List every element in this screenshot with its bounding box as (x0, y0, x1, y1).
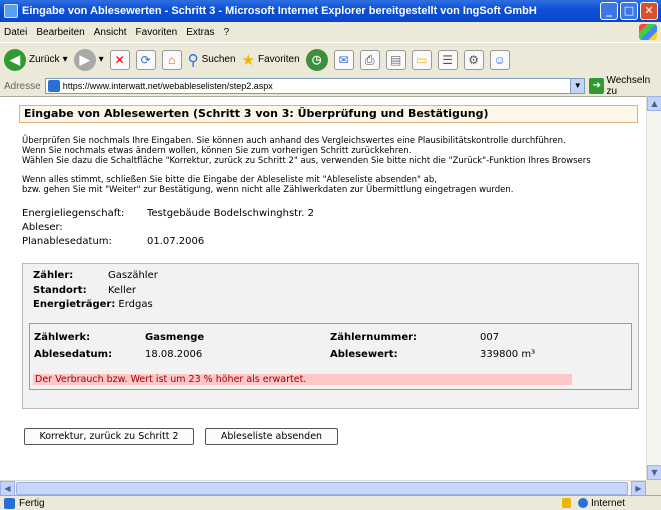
favorites-label: Favoriten (258, 54, 300, 65)
vertical-scrollbar[interactable]: ▲ ▼ (646, 96, 661, 480)
menu-datei[interactable]: Datei (4, 27, 27, 38)
carrier-label: Energieträger: (33, 299, 116, 310)
status-text: Fertig (19, 497, 45, 509)
meter-value: Gaszähler (108, 270, 158, 281)
forward-arrow-icon: ▶ (73, 48, 96, 71)
menu-help[interactable]: ? (224, 27, 230, 38)
history-icon[interactable]: ◷ (305, 48, 328, 71)
back-arrow-icon: ◀ (4, 48, 26, 71)
instruction-line-2: Wenn Sie nochmals etwas ändern wollen, k… (22, 146, 412, 156)
meter-number-label: Zählernummer: (330, 332, 418, 343)
meter-number-value: 007 (480, 332, 500, 343)
plan-date-value: 01.07.2006 (147, 236, 205, 247)
page-status-icon (4, 497, 15, 509)
favorites-button[interactable]: ★ Favoriten (242, 51, 300, 69)
correction-button[interactable]: Korrektur, zurück zu Schritt 2 (24, 428, 194, 445)
address-dropdown-icon[interactable]: ▼ (570, 79, 585, 93)
plan-date-label: Planablesedatum: (22, 236, 112, 247)
mail-icon[interactable]: ✉ (333, 49, 354, 70)
star-icon: ★ (241, 51, 255, 69)
menu-ansicht[interactable]: Ansicht (94, 27, 127, 38)
ie-icon (4, 4, 18, 18)
location-value: Keller (108, 285, 137, 296)
consumption-warning: Der Verbrauch bzw. Wert ist um 23 % höhe… (33, 374, 572, 385)
go-button[interactable]: ➔ Wechseln zu (589, 75, 661, 97)
submit-list-button[interactable]: Ableseliste absenden (205, 428, 338, 445)
property-row: Energieliegenschaft: Testgebäude Bodelsc… (22, 208, 314, 219)
meter-row: Zähler: Gaszähler (33, 270, 158, 281)
tools-icon[interactable]: ⚙ (463, 49, 484, 70)
minimize-button[interactable]: _ (600, 2, 618, 20)
search-label: Suchen (201, 54, 236, 65)
window-titlebar: Eingabe von Ablesewerten - Schritt 3 - M… (0, 0, 661, 22)
property-label: Energieliegenschaft: (22, 208, 125, 219)
maximize-button[interactable]: □ (620, 2, 638, 20)
search-button[interactable]: ⚲ Suchen (188, 51, 236, 69)
location-row: Standort: Keller (33, 285, 136, 296)
search-icon: ⚲ (187, 51, 199, 69)
forward-dropdown-icon[interactable]: ▾ (99, 54, 104, 65)
windows-logo-icon (639, 24, 657, 40)
close-button[interactable]: ✕ (640, 2, 658, 20)
register-value: Gasmenge (145, 332, 205, 343)
menu-bar: Datei Bearbeiten Ansicht Favoriten Extra… (0, 22, 661, 42)
security-zone: Internet (578, 498, 625, 509)
page-icon (47, 80, 60, 92)
meter-label: Zähler: (33, 270, 74, 281)
back-dropdown-icon[interactable]: ▾ (63, 54, 68, 65)
reading-date-value: 18.08.2006 (145, 349, 203, 360)
scroll-down-icon[interactable]: ▼ (647, 465, 661, 480)
refresh-icon[interactable]: ⟳ (135, 49, 156, 70)
register-label: Zählwerk: (34, 332, 91, 343)
folder-icon[interactable]: ▭ (411, 49, 432, 70)
location-label: Standort: (33, 285, 87, 296)
instruction-line-3: Wählen Sie dazu die Schaltfläche "Korrek… (22, 156, 591, 166)
plan-date-row: Planablesedatum: 01.07.2006 (22, 236, 204, 247)
go-arrow-icon: ➔ (589, 78, 605, 94)
scroll-up-icon[interactable]: ▲ (647, 96, 661, 111)
horizontal-scrollbar[interactable]: ◀ ▶ (0, 480, 646, 496)
instruction-line-5: bzw. gehen Sie mit "Weiter" zur Bestätig… (22, 185, 514, 195)
messenger-icon[interactable]: ☺ (489, 49, 510, 70)
back-label: Zurück (29, 54, 60, 65)
horizontal-scroll-thumb[interactable] (16, 482, 628, 495)
address-bar: Adresse https://www.interwatt.net/webabl… (0, 75, 661, 97)
menu-favoriten[interactable]: Favoriten (136, 27, 178, 38)
property-value: Testgebäude Bodelschwinghstr. 2 (147, 208, 315, 219)
menu-extras[interactable]: Extras (186, 27, 214, 38)
home-icon[interactable]: ⌂ (161, 49, 182, 70)
research-icon[interactable]: ☰ (437, 49, 458, 70)
lock-icon (562, 498, 571, 508)
edit-icon[interactable]: ▤ (385, 49, 406, 70)
reading-value: 339800 m³ (480, 349, 536, 360)
scroll-corner (646, 480, 661, 495)
reader-row: Ableser: (22, 222, 147, 233)
carrier-row: Energieträger: Erdgas (33, 299, 153, 310)
address-input[interactable]: https://www.interwatt.net/webableseliste… (44, 78, 586, 94)
menu-bearbeiten[interactable]: Bearbeiten (36, 27, 84, 38)
zone-label: Internet (591, 497, 625, 509)
reading-date-label: Ablesedatum: (34, 349, 113, 360)
reading-value-label: Ablesewert: (330, 349, 398, 360)
status-bar: Fertig Internet (0, 495, 661, 510)
instruction-line-1: Überprüfen Sie nochmals Ihre Eingaben. S… (22, 136, 566, 146)
print-icon[interactable]: ⎙ (359, 49, 380, 70)
stop-icon[interactable]: ✕ (109, 49, 130, 70)
back-button[interactable]: ◀ Zurück ▾ (4, 48, 68, 71)
scroll-right-icon[interactable]: ▶ (631, 481, 646, 496)
address-url[interactable]: https://www.interwatt.net/webableseliste… (63, 81, 571, 91)
page-title: Eingabe von Ablesewerten (Schritt 3 von … (19, 105, 638, 123)
globe-icon (578, 498, 588, 508)
window-title: Eingabe von Ablesewerten - Schritt 3 - M… (22, 5, 537, 17)
toolbar: ◀ Zurück ▾ ▶ ▾ ✕ ⟳ ⌂ ⚲ Suchen ★ Favorite… (0, 42, 661, 76)
address-label: Adresse (4, 80, 41, 92)
carrier-value: Erdgas (118, 299, 153, 310)
reader-label: Ableser: (22, 222, 63, 233)
go-label: Wechseln zu (606, 75, 651, 97)
instruction-line-4: Wenn alles stimmt, schließen Sie bitte d… (22, 175, 437, 185)
forward-button[interactable]: ▶ ▾ (73, 48, 104, 71)
scroll-left-icon[interactable]: ◀ (0, 481, 15, 496)
